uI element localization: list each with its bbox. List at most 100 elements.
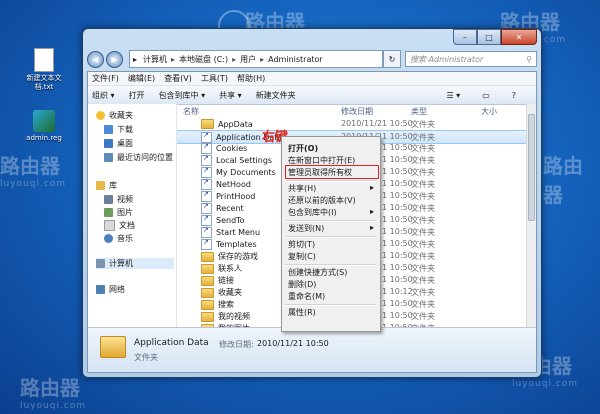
organize-button[interactable]: 组织 ▾ [92,90,115,101]
file-name: 搜索 [218,300,234,309]
file-name-cell: Templates [201,238,257,250]
menu-view[interactable]: 查看(V) [164,73,192,84]
breadcrumb-drive[interactable]: 本地磁盘 (C:) [176,54,231,65]
scrollbar-thumb[interactable] [528,114,535,221]
breadcrumb-users[interactable]: 用户 [237,54,259,65]
file-name: Templates [216,240,257,249]
nav-music[interactable]: 音乐 [104,233,133,244]
vertical-scrollbar[interactable] [526,104,536,328]
desktop-icon-text-file[interactable]: 新建文本文档.txt [18,48,70,92]
menu-bar: 文件(F) 编辑(E) 查看(V) 工具(T) 帮助(H) [88,72,536,86]
context-menu-item[interactable]: 打开(O) [288,143,376,154]
change-view-button[interactable]: ☰ ▾ [446,91,460,100]
view-controls: ☰ ▾ ▭ ? [446,91,530,100]
context-menu-item[interactable]: 发送到(N) ▸ [288,223,376,234]
context-menu-label: 剪切(T) [288,240,316,249]
folder-icon [100,336,126,358]
folder-icon [201,119,214,129]
nav-documents[interactable]: 文档 [104,220,135,231]
shortcut-folder-icon [201,202,212,214]
context-menu-item[interactable]: 重命名(M) [288,291,376,302]
nav-favorites[interactable]: 收藏夹 [96,110,133,121]
file-name: My Documents [216,168,276,177]
file-name: SendTo [216,216,245,225]
preview-pane-button[interactable]: ▭ [482,91,490,100]
nav-pictures[interactable]: 图片 [104,207,133,218]
context-menu-item[interactable]: 包含到库中(I) ▸ [288,207,376,218]
open-button[interactable]: 打开 [129,90,145,101]
menu-file[interactable]: 文件(F) [92,73,119,84]
documents-icon [104,220,115,231]
close-button[interactable]: ✕ [501,29,537,45]
file-name-cell: Local Settings [201,154,272,166]
file-name-cell: 搜索 [201,299,234,310]
file-type: 文件夹 [411,144,435,153]
nav-recent-places[interactable]: 最近访问的位置 [104,152,173,163]
back-button[interactable]: ◀ [87,50,104,68]
context-menu-item[interactable]: 共享(H) ▸ [288,183,376,194]
menu-edit[interactable]: 编辑(E) [128,73,155,84]
shortcut-folder-icon [201,238,212,250]
shortcut-folder-icon [201,178,212,190]
nav-downloads[interactable]: 下载 [104,124,133,135]
file-name: 联系人 [218,264,242,273]
nav-videos[interactable]: 视频 [104,194,133,205]
context-menu-item[interactable]: 还原以前的版本(V) [288,195,376,206]
context-menu-label: 复制(C) [288,252,316,261]
include-in-library-button[interactable]: 包含到库中 ▾ [159,90,206,101]
file-type: 文件夹 [411,264,435,273]
address-bar[interactable]: ▸ 计算机 ▸ 本地磁盘 (C:) ▸ 用户 ▸ Administrator [129,50,383,68]
column-header-type[interactable]: 类型 [411,106,427,117]
minimize-button[interactable]: – [453,29,477,45]
file-name-cell: SendTo [201,214,245,226]
nav-libraries[interactable]: 库 [96,180,117,191]
maximize-button[interactable]: □ [477,29,501,45]
window-controls: – □ ✕ [453,29,537,45]
watermark: 路由器 [543,154,583,207]
videos-icon [104,195,113,204]
file-name-cell: 链接 [201,275,234,286]
nav-network[interactable]: 网络 [96,284,125,295]
context-menu-label: 发送到(N) [288,224,325,233]
file-name: Start Menu [216,228,261,237]
shortcut-folder-icon [201,142,212,154]
column-header-size[interactable]: 大小 [481,106,497,117]
file-name-cell: 我的视频 [201,311,250,322]
nav-desktop[interactable]: 桌面 [104,138,133,149]
file-type: 文件夹 [411,168,435,177]
breadcrumb-administrator[interactable]: Administrator [265,55,326,64]
nav-computer[interactable]: 计算机 [96,258,174,269]
context-menu-item[interactable]: 属性(R) [288,307,376,318]
column-header-date[interactable]: 修改日期 [341,106,373,117]
file-row[interactable]: AppData 2010/11/21 10:50 文件夹 [177,118,536,130]
desktop-icon-registry-file[interactable]: admin.reg [18,110,70,143]
new-folder-button[interactable]: 新建文件夹 [256,90,296,101]
context-menu-item[interactable]: 管理员取得所有权 [285,165,379,179]
search-input[interactable]: 搜索 Administrator ⚲ [405,51,537,67]
column-header-name[interactable]: 名称 [183,106,199,117]
breadcrumb-computer[interactable]: 计算机 [140,54,170,65]
context-menu-item[interactable]: 创建快捷方式(S) [288,267,376,278]
file-type: 文件夹 [411,204,435,213]
refresh-button[interactable]: ↻ [383,50,401,68]
file-name-cell: AppData [201,119,253,129]
context-menu-label: 重命名(M) [288,292,326,301]
menu-tools[interactable]: 工具(T) [201,73,228,84]
shortcut-folder-icon [201,190,212,202]
shortcut-folder-icon [201,154,212,166]
context-menu-item[interactable]: 复制(C) [288,251,376,262]
file-name-cell: 收藏夹 [201,287,242,298]
file-name-cell: NetHood [201,178,251,190]
menu-separator [286,304,376,306]
folder-icon [201,287,214,298]
share-button[interactable]: 共享 ▾ [219,90,242,101]
registry-file-icon [33,110,55,132]
menu-help[interactable]: 帮助(H) [237,73,265,84]
folder-icon [201,299,214,310]
context-menu-label: 属性(R) [288,308,316,317]
file-type: 文件夹 [411,192,435,201]
forward-button[interactable]: ▶ [106,50,123,68]
help-button[interactable]: ? [512,91,516,100]
context-menu-item[interactable]: 剪切(T) [288,239,376,250]
context-menu-item[interactable]: 删除(D) [288,279,376,290]
